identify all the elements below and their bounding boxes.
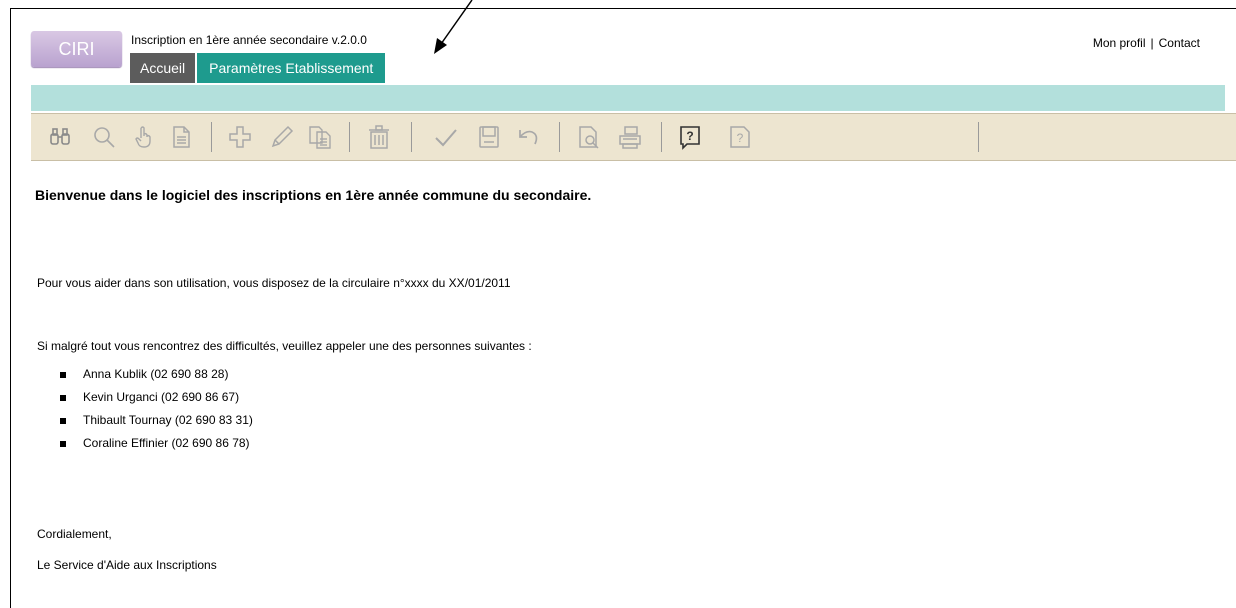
signature-text: Le Service d'Aide aux Inscriptions [37, 558, 217, 572]
welcome-heading: Bienvenue dans le logiciel des inscripti… [35, 187, 592, 203]
toolbar-separator [559, 122, 560, 152]
svg-text:?: ? [686, 129, 693, 143]
toolbar-separator [978, 122, 979, 152]
contact-name: Anna Kublik (02 690 88 28) [83, 367, 229, 381]
contact-name: Kevin Urganci (02 690 86 67) [83, 390, 240, 404]
help-inactive-icon[interactable]: ? [727, 124, 753, 150]
nav-tab-accueil[interactable]: Accueil [130, 53, 196, 83]
bullet-icon [60, 372, 66, 378]
print-preview-icon[interactable] [576, 124, 602, 150]
document-icon[interactable] [168, 124, 194, 150]
top-links: Mon profil | Contact [1093, 36, 1200, 50]
nav-tab-parametres-etablissement[interactable]: Paramètres Etablissement [195, 53, 386, 83]
contact-link[interactable]: Contact [1159, 36, 1200, 50]
magnifier-icon[interactable] [91, 124, 117, 150]
checkmark-icon[interactable] [433, 124, 459, 150]
undo-icon[interactable] [515, 124, 541, 150]
plus-icon[interactable] [227, 124, 253, 150]
help-active-icon[interactable]: ? [677, 124, 703, 150]
pencil-icon[interactable] [269, 124, 295, 150]
bullet-icon [60, 441, 66, 447]
toolbar-separator [349, 122, 350, 152]
closing-text: Cordialement, [37, 527, 112, 541]
profile-link[interactable]: Mon profil [1093, 36, 1146, 50]
list-item: Coraline Effinier (02 690 86 78) [60, 433, 253, 456]
sub-nav-bar [31, 85, 1225, 111]
list-item: Thibault Tournay (02 690 83 31) [60, 410, 253, 433]
logo-text: CIRI [58, 38, 95, 59]
list-item: Anna Kublik (02 690 88 28) [60, 364, 253, 387]
toolbar-separator [661, 122, 662, 152]
printer-icon[interactable] [617, 124, 643, 150]
ciri-logo[interactable]: CIRI [31, 31, 122, 67]
main-nav: Accueil Paramètres Etablissement [130, 53, 386, 83]
list-item: Kevin Urganci (02 690 86 67) [60, 387, 253, 410]
bullet-icon [60, 395, 66, 401]
contact-name: Thibault Tournay (02 690 83 31) [83, 413, 253, 427]
link-separator: | [1150, 36, 1154, 50]
trash-icon[interactable] [366, 124, 392, 150]
save-icon[interactable] [476, 124, 502, 150]
toolbar-separator [211, 122, 212, 152]
toolbar: ? ? [31, 113, 1236, 161]
contact-list: Anna Kublik (02 690 88 28) Kevin Urganci… [60, 364, 253, 456]
app-title: Inscription en 1ère année secondaire v.2… [131, 33, 367, 47]
svg-text:?: ? [737, 131, 744, 145]
help-paragraph: Pour vous aider dans son utilisation, vo… [37, 276, 511, 290]
copy-document-icon[interactable] [307, 124, 333, 150]
contact-name: Coraline Effinier (02 690 86 78) [83, 436, 250, 450]
pointing-hand-icon[interactable] [131, 124, 157, 150]
bullet-icon [60, 418, 66, 424]
binoculars-icon[interactable] [47, 124, 73, 150]
difficulty-paragraph: Si malgré tout vous rencontrez des diffi… [37, 339, 532, 353]
toolbar-separator [411, 122, 412, 152]
